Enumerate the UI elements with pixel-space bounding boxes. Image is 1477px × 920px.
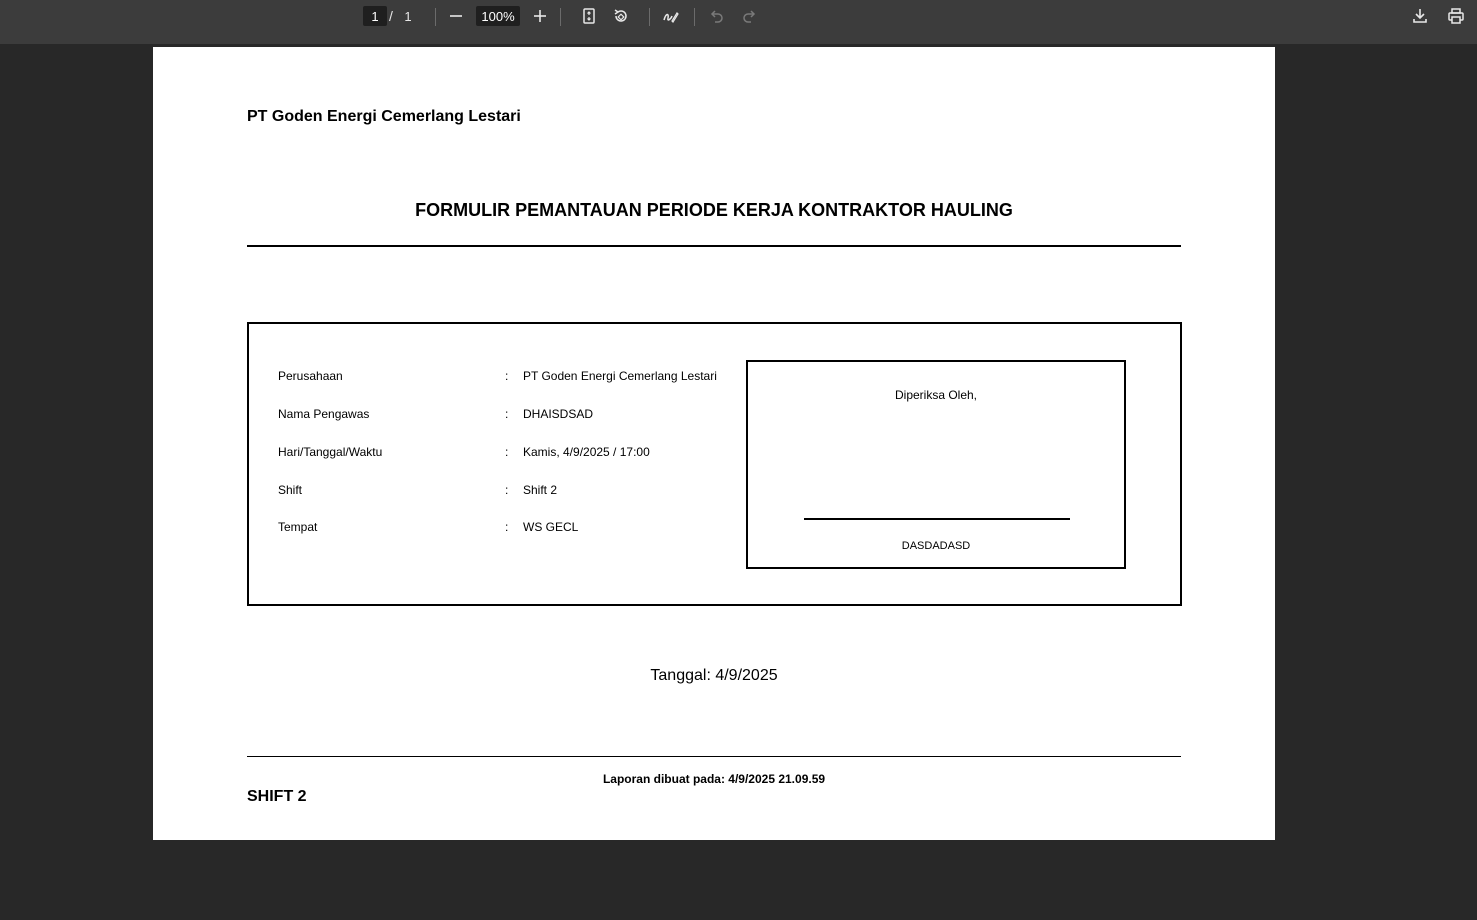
redo-button[interactable] [736,3,762,29]
info-box: Perusahaan : PT Goden Energi Cemerlang L… [247,322,1182,606]
undo-icon [710,10,723,23]
field-value: Shift 2 [523,483,558,497]
zoom-in-button[interactable] [527,3,553,29]
field-row-perusahaan: Perusahaan : PT Goden Energi Cemerlang L… [278,369,717,383]
print-icon [1448,8,1464,24]
field-row-hari-tanggal-waktu: Hari/Tanggal/Waktu : Kamis, 4/9/2025 / 1… [278,445,650,459]
shift-footer: SHIFT 2 [247,788,307,805]
download-icon [1413,9,1427,23]
field-colon: : [505,520,509,534]
zoom-level-input[interactable]: 100% [476,6,520,26]
field-colon: : [505,407,509,421]
field-colon: : [505,483,509,497]
page-total: 1 [404,8,412,24]
download-button[interactable] [1407,3,1433,29]
signature-box: Diperiksa Oleh, DASDADASD [746,360,1126,569]
field-label: Nama Pengawas [278,407,370,421]
toolbar-divider [435,8,436,26]
zoom-out-icon [450,15,462,17]
field-colon: : [505,445,509,459]
print-button[interactable] [1443,3,1469,29]
generated-timestamp: Laporan dibuat pada: 4/9/2025 21.09.59 [602,772,826,786]
signature-line [804,518,1070,520]
field-label: Tempat [278,520,318,534]
rotate-button[interactable] [608,3,634,29]
toolbar-divider [694,8,695,26]
annotate-button[interactable] [658,3,684,29]
pdf-page: PT Goden Energi Cemerlang Lestari FORMUL… [153,47,1275,840]
field-row-nama-pengawas: Nama Pengawas : DHAISDSAD [278,407,593,421]
annotate-icon [663,12,679,23]
page-separator: / [389,8,393,24]
footer-divider [247,756,1181,757]
toolbar-divider [649,8,650,26]
field-value: DHAISDSAD [523,407,594,421]
redo-icon [743,10,756,23]
field-label: Shift [278,483,303,497]
fit-page-icon [583,8,595,24]
page-number-input[interactable]: 1 [363,6,387,26]
field-row-tempat: Tempat : WS GECL [278,520,578,534]
rotate-icon [614,9,627,22]
title-divider [247,245,1181,247]
company-header: PT Goden Energi Cemerlang Lestari [247,108,521,125]
field-value: PT Goden Energi Cemerlang Lestari [523,369,717,383]
pdf-toolbar: 1 / 1 100% [0,0,1477,44]
field-label: Hari/Tanggal/Waktu [278,445,383,459]
fit-page-button[interactable] [576,3,602,29]
field-value: Kamis, 4/9/2025 / 17:00 [523,445,650,459]
toolbar-divider [560,8,561,26]
zoom-out-button[interactable] [443,3,469,29]
field-row-shift: Shift : Shift 2 [278,483,557,497]
undo-button[interactable] [704,3,730,29]
date-line: Tanggal: 4/9/2025 [650,667,778,684]
signature-heading: Diperiksa Oleh, [894,388,978,402]
field-value: WS GECL [523,520,579,534]
form-title: FORMULIR PEMANTAUAN PERIODE KERJA KONTRA… [415,200,1013,220]
signature-name: DASDADASD [901,540,971,552]
field-label: Perusahaan [278,369,343,383]
zoom-in-icon [534,10,546,22]
field-colon: : [505,369,509,383]
